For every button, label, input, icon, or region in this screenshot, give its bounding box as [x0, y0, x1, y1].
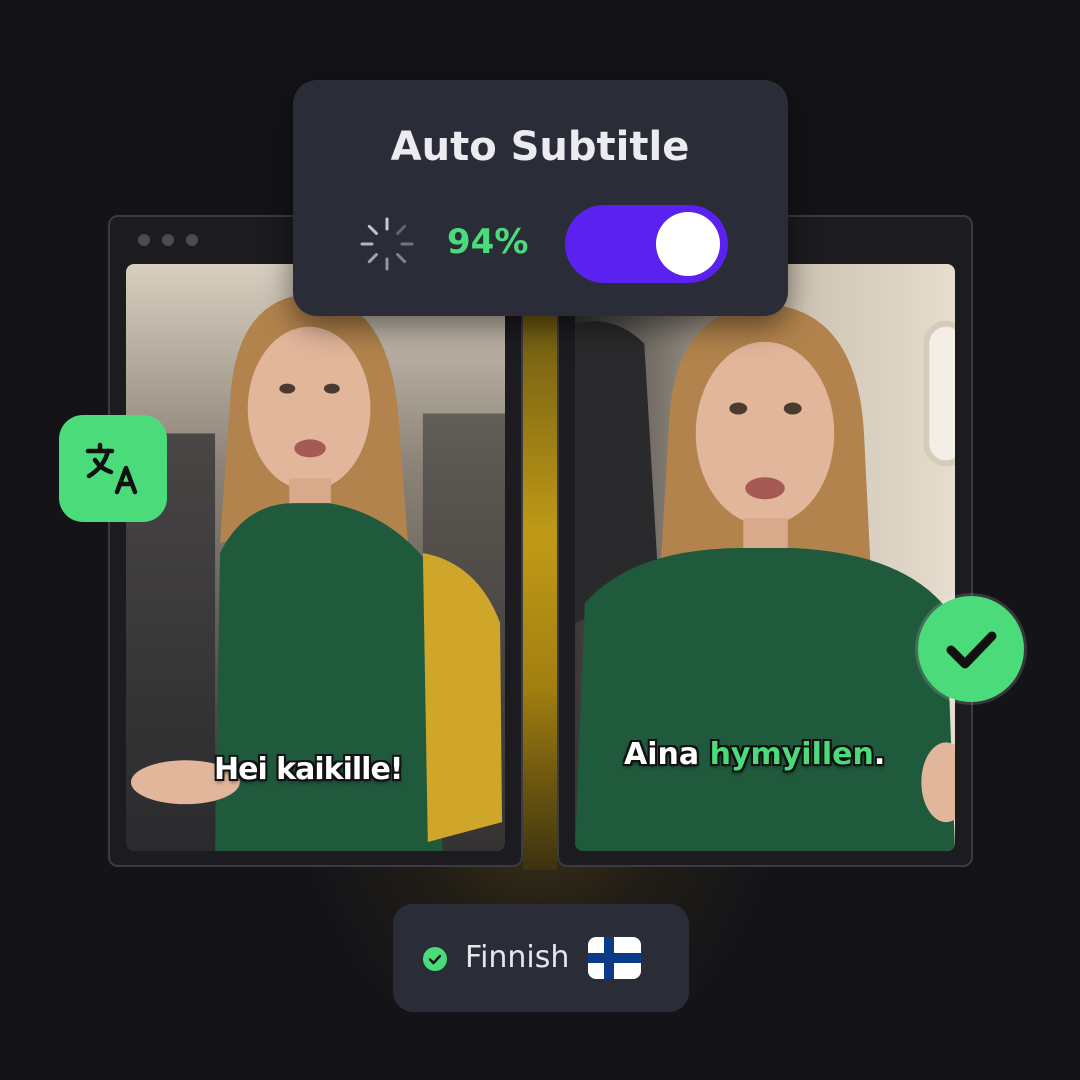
auto-subtitle-card	[293, 80, 788, 316]
subtitle-word: Aina	[624, 737, 700, 772]
toggle-knob	[656, 212, 720, 276]
window-dot	[138, 234, 150, 246]
language-name: Finnish	[465, 940, 570, 975]
progress-percent: 94%	[447, 222, 529, 262]
auto-subtitle-toggle[interactable]	[565, 205, 728, 283]
checkmark-icon	[946, 631, 997, 669]
check-circle-icon	[423, 947, 447, 971]
translate-icon	[85, 442, 138, 495]
subtitle-left: Hei kaikille!	[214, 752, 403, 787]
loading-spinner-icon	[360, 217, 414, 271]
subtitle-highlight-word: hymyillen	[709, 737, 874, 772]
translate-badge[interactable]	[59, 415, 167, 522]
window-dot	[186, 234, 198, 246]
window-dot	[162, 234, 174, 246]
language-selector[interactable]: Finnish	[393, 904, 689, 1012]
subtitle-right: Aina hymyillen.	[624, 737, 885, 772]
divider-glow	[523, 260, 557, 870]
finland-flag-icon	[588, 937, 641, 979]
success-badge	[918, 596, 1024, 702]
window-dots	[138, 234, 198, 246]
subtitle-punctuation: .	[873, 737, 886, 772]
card-title: Auto Subtitle	[390, 124, 690, 170]
